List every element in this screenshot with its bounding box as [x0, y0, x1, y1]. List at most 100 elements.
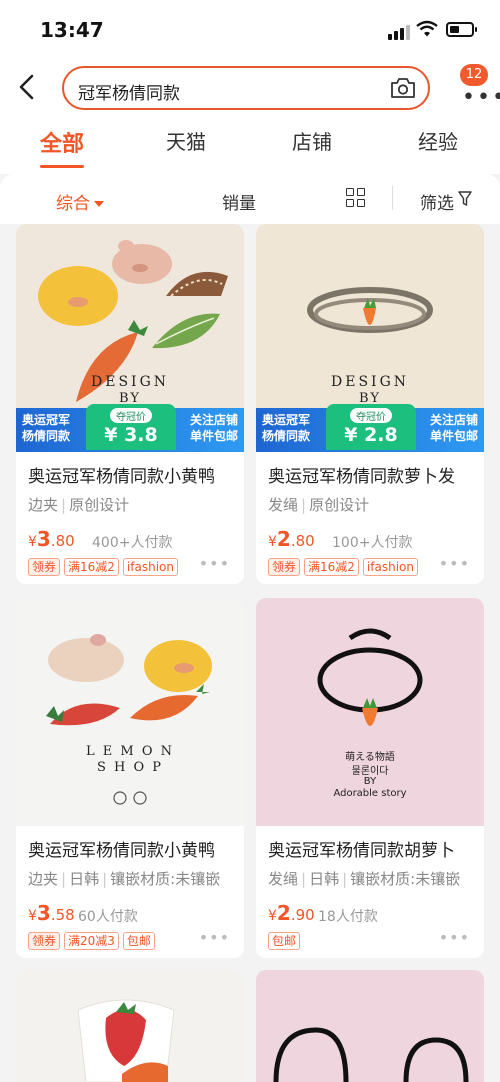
tab-bar: 全部 天猫 店铺 经验 [0, 118, 500, 174]
promo-banner: 奥运冠军 杨倩同款 夺冠价 ¥ 3.8 关注店铺 单件包邮 [16, 404, 244, 452]
price-dec: .58 [50, 906, 75, 924]
attr: 发绳 [268, 496, 299, 514]
signal-icon [388, 24, 410, 40]
filter-button[interactable]: 筛选 [420, 189, 454, 214]
hair-tie-illustration [273, 1027, 469, 1082]
currency: ¥ [28, 908, 37, 924]
product-card[interactable]: L E M O N S H O P 奥运冠军杨倩同款小黄鸭 边夹 | 日韩 | 镶嵌材质… [16, 598, 244, 958]
sold-count: 60人付款 [78, 909, 138, 925]
product-price: ¥3.80 [28, 527, 75, 551]
image-caption: BY [363, 776, 377, 787]
image-caption: 물론이다 [351, 766, 389, 777]
divider [392, 186, 393, 210]
price-dec: .80 [290, 532, 315, 550]
product-price: ¥2.80 [268, 527, 315, 551]
attr: 边夹 [28, 870, 59, 888]
battery-icon [446, 22, 477, 37]
funnel-icon[interactable] [458, 191, 472, 207]
product-card[interactable]: 萌える物語 물론이다 BY Adorable story 奥运冠军杨倩同款胡萝卜… [256, 598, 484, 958]
price-int: 2 [276, 901, 291, 925]
product-title: 奥运冠军杨倩同款胡萝卜 [268, 841, 455, 861]
product-image: 萌える物語 물론이다 BY Adorable story [256, 598, 484, 826]
banner-right-text: 关注店铺 单件包邮 [189, 413, 238, 443]
discount-tag: 满20减3 [64, 932, 119, 950]
image-caption: S H O P [96, 760, 164, 775]
image-caption: Adorable story [333, 788, 407, 799]
grid-view-icon[interactable] [346, 188, 366, 208]
attr: 发绳 [268, 870, 299, 888]
status-bar: 13:47 [0, 0, 500, 58]
currency: ¥ [268, 908, 277, 924]
shipping-tag: 包邮 [268, 932, 301, 950]
discount-tag: 满16减2 [304, 558, 359, 576]
product-attrs: 边夹 | 原创设计 [28, 496, 130, 514]
shipping-tag: 包邮 [122, 932, 155, 950]
message-badge: 12 [460, 64, 488, 86]
sort-label: 综合 [56, 194, 90, 214]
tab-all[interactable]: 全部 [40, 126, 85, 168]
brand-tag: ifashion [122, 558, 178, 576]
lemon-shop-clips-illustration [46, 634, 212, 805]
image-caption: 萌える物語 [345, 752, 395, 763]
tab-tmall[interactable]: 天猫 [166, 126, 206, 155]
image-caption: L E M O N [86, 744, 174, 759]
strawberry-clip-illustration [77, 999, 175, 1082]
banner-price-label: 夺冠价 [350, 408, 392, 423]
search-input[interactable]: 冠军杨倩同款 [62, 66, 430, 110]
sold-count: 100+人付款 [332, 535, 413, 551]
coupon-tag: 领券 [268, 558, 301, 576]
more-dots-icon: ••• [462, 85, 500, 110]
banner-price-value: ¥ 2.8 [344, 424, 398, 446]
product-card[interactable]: DESIGN BY 奥运冠军 杨倩同款 夺冠价 ¥ 2.8 关注店铺 单件包邮 … [256, 224, 484, 584]
product-image: L E M O N S H O P [16, 598, 244, 826]
wifi-icon [416, 20, 438, 37]
product-title: 奥运冠军杨倩同款萝卜发 [268, 467, 455, 487]
caret-down-icon [94, 201, 104, 207]
coupon-tag: 领券 [28, 558, 61, 576]
price-int: 3 [36, 901, 51, 925]
tag-row: 包邮 [268, 930, 304, 950]
product-card[interactable]: DESIGN BY 奥运冠军 杨倩同款 夺冠价 ¥ 3.8 关注店铺 单件包邮 … [16, 224, 244, 584]
product-card[interactable] [16, 970, 244, 1082]
sort-comprehensive[interactable]: 综合 [56, 189, 104, 214]
product-image [256, 970, 484, 1082]
product-attrs: 边夹 | 日韩 | 镶嵌材质:未镶嵌 [28, 870, 221, 888]
product-attrs: 发绳 | 原创设计 [268, 496, 370, 514]
more-menu-button[interactable]: 12 ••• [454, 64, 500, 109]
banner-price-value: ¥ 3.8 [104, 424, 158, 446]
banner-price-box: 夺冠价 ¥ 3.8 [86, 404, 176, 450]
back-arrow-icon[interactable] [14, 72, 40, 102]
banner-price-label: 夺冠价 [110, 408, 152, 423]
more-options-icon[interactable]: ••• [439, 928, 470, 947]
sort-sales[interactable]: 销量 [222, 189, 256, 214]
price-dec: .90 [290, 906, 315, 924]
more-options-icon[interactable]: ••• [199, 554, 230, 573]
product-image: DESIGN BY 奥运冠军 杨倩同款 夺冠价 ¥ 3.8 关注店铺 单件包邮 [16, 224, 244, 452]
tab-experience[interactable]: 经验 [418, 126, 458, 155]
attr: 镶嵌材质:未镶嵌 [110, 870, 221, 888]
tag-row: 领券 满20减3 包邮 [28, 930, 159, 950]
currency: ¥ [28, 534, 37, 550]
more-options-icon[interactable]: ••• [199, 928, 230, 947]
clock: 13:47 [40, 18, 104, 42]
filter-bar: 综合 销量 筛选 [0, 174, 500, 224]
attr: 镶嵌材质:未镶嵌 [350, 870, 461, 888]
more-options-icon[interactable]: ••• [439, 554, 470, 573]
camera-icon[interactable] [390, 77, 416, 99]
price-int: 3 [36, 527, 51, 551]
search-header: 冠军杨倩同款 12 ••• [0, 58, 500, 118]
image-caption: DESIGN [91, 374, 169, 390]
sold-count: 400+人付款 [92, 535, 173, 551]
brand-tag: ifashion [362, 558, 418, 576]
discount-tag: 满16减2 [64, 558, 119, 576]
attr: 原创设计 [69, 496, 130, 514]
banner-right-text: 关注店铺 单件包邮 [429, 413, 478, 443]
product-card[interactable] [256, 970, 484, 1082]
search-query: 冠军杨倩同款 [78, 84, 180, 104]
tab-shops[interactable]: 店铺 [292, 126, 332, 155]
attr: 日韩 [69, 870, 100, 888]
product-price: ¥3.58 [28, 901, 75, 925]
product-title: 奥运冠军杨倩同款小黄鸭 [28, 841, 215, 861]
price-int: 2 [276, 527, 291, 551]
tag-row: 领券 满16减2 ifashion [28, 556, 182, 576]
